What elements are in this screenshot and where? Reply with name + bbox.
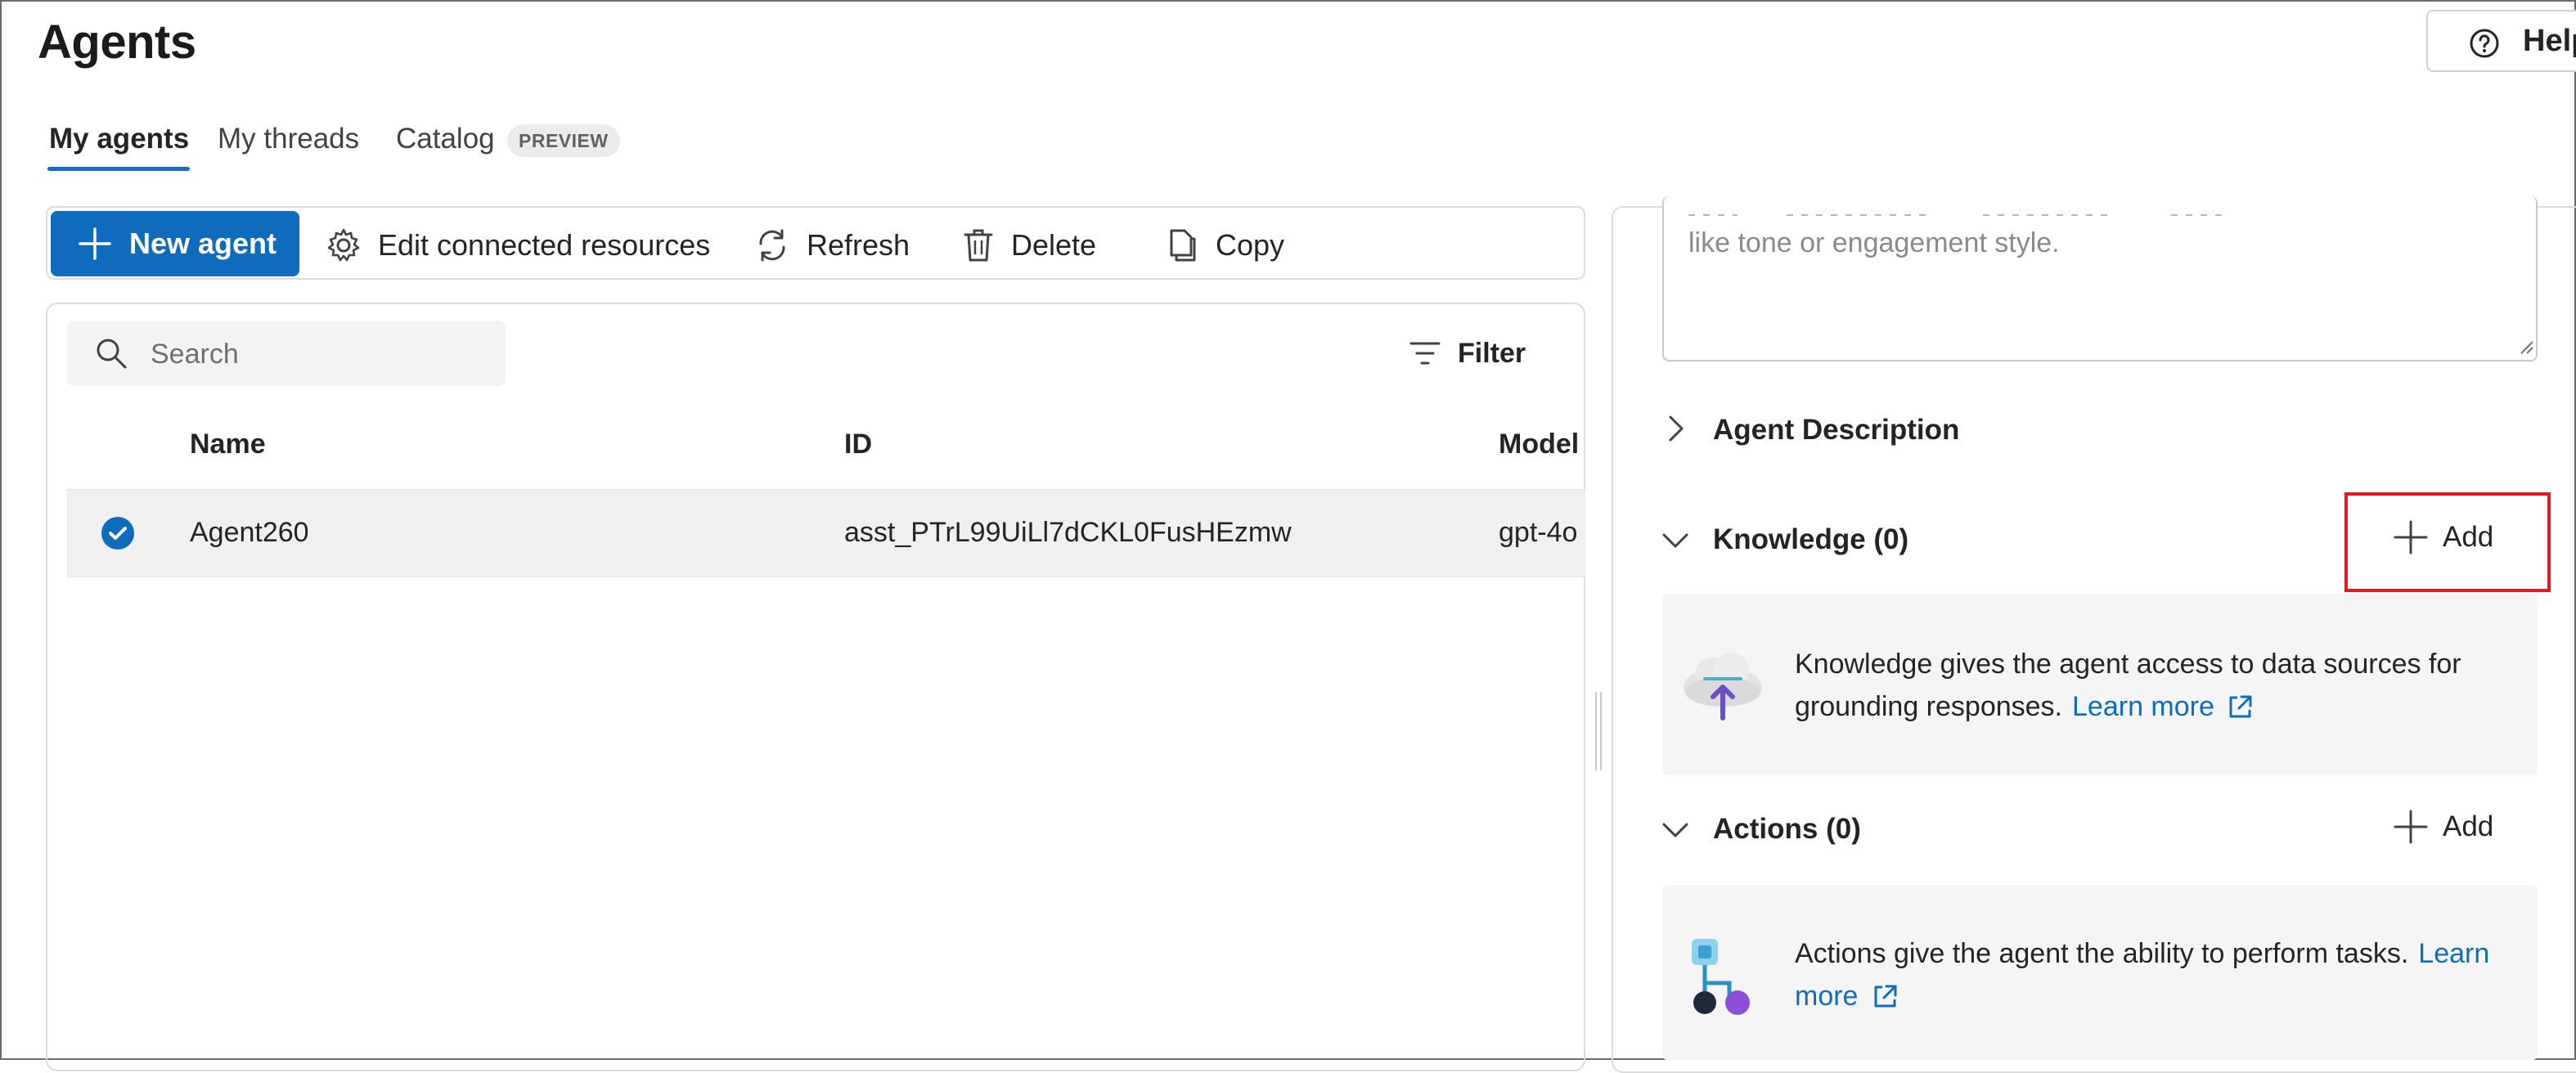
actions-add-label: Add	[2443, 810, 2494, 842]
edit-connected-resources-label: Edit connected resources	[378, 228, 711, 262]
gear-icon	[327, 228, 360, 262]
refresh-label: Refresh	[807, 228, 910, 262]
plus-icon	[79, 227, 111, 260]
help-icon	[2470, 29, 2499, 58]
page-title: Agents	[38, 16, 196, 69]
knowledge-info-line1: Knowledge gives the agent access to data…	[1795, 649, 2461, 680]
copy-icon	[1170, 229, 1196, 262]
plus-icon	[2394, 810, 2428, 844]
chevron-down-icon[interactable]	[1661, 819, 1690, 841]
instructions-text: like tone or engagement style.	[1688, 227, 2060, 258]
external-link-icon[interactable]	[1871, 983, 1899, 1011]
workflow-icon	[1692, 939, 1750, 1015]
help-label: Help	[2523, 23, 2576, 58]
copy-label: Copy	[1216, 228, 1285, 262]
checkmark-icon	[109, 527, 127, 540]
panel-splitter[interactable]	[1595, 692, 1603, 770]
help-button[interactable]: Help	[2426, 10, 2576, 72]
knowledge-add-button[interactable]: Add	[2394, 520, 2493, 554]
row-selected-checkbox[interactable]	[101, 517, 134, 550]
filter-button[interactable]: Filter	[1409, 330, 1526, 376]
actions-add-button[interactable]: Add	[2394, 810, 2493, 844]
copy-button[interactable]: Copy	[1167, 222, 1284, 268]
column-header-model[interactable]: Model	[1499, 429, 1579, 460]
instructions-textarea[interactable]	[1662, 196, 2538, 361]
resize-grip-icon[interactable]	[2518, 339, 2534, 355]
knowledge-add-label: Add	[2443, 521, 2494, 553]
knowledge-learn-more-link[interactable]: Learn more	[2072, 685, 2214, 728]
knowledge-info-line2-container: grounding responses. Learn more	[1795, 685, 2254, 728]
actions-learn-link-part1[interactable]: Learn	[2418, 932, 2489, 975]
actions-info-line1: Actions give the agent the ability to pe…	[1795, 938, 2409, 969]
edit-connected-resources-button[interactable]: Edit connected resources	[326, 222, 710, 268]
filter-icon	[1409, 342, 1441, 365]
column-header-name[interactable]: Name	[190, 429, 266, 460]
chevron-right-icon[interactable]	[1666, 414, 1687, 443]
cloud-upload-icon	[1684, 653, 1762, 721]
delete-label: Delete	[1011, 228, 1097, 262]
plus-icon	[2394, 520, 2428, 554]
active-tab-indicator	[47, 167, 190, 171]
agent-model-cell: gpt-4o	[1499, 517, 1578, 548]
search-icon	[97, 339, 127, 369]
actions-header[interactable]: Actions (0)	[1713, 813, 1861, 846]
filter-label: Filter	[1458, 337, 1526, 369]
trash-icon	[964, 229, 993, 262]
column-header-id[interactable]: ID	[844, 429, 872, 460]
preview-badge: PREVIEW	[507, 124, 620, 157]
tab-catalog[interactable]: Catalog	[396, 123, 495, 155]
refresh-button[interactable]: Refresh	[754, 222, 910, 268]
tab-my-threads[interactable]: My threads	[218, 123, 359, 155]
agent-name-cell: Agent260	[190, 517, 309, 548]
actions-info-line1-container: Actions give the agent the ability to pe…	[1795, 932, 2489, 975]
agent-id-cell: asst_PTrL99UiLl7dCKL0FusHEzmw	[844, 517, 1292, 548]
delete-button[interactable]: Delete	[962, 222, 1096, 268]
agent-description-header[interactable]: Agent Description	[1713, 414, 1959, 447]
search-input[interactable]	[149, 335, 496, 373]
chevron-down-icon[interactable]	[1661, 530, 1690, 551]
external-link-icon[interactable]	[2226, 694, 2254, 721]
knowledge-header[interactable]: Knowledge (0)	[1713, 523, 1908, 556]
tab-my-agents[interactable]: My agents	[49, 123, 189, 155]
new-agent-button[interactable]: New agent	[51, 211, 299, 276]
search-box[interactable]	[67, 321, 506, 386]
instructions-cutoff-text	[1688, 206, 2261, 216]
refresh-icon	[759, 229, 785, 262]
new-agent-label: New agent	[129, 227, 277, 260]
actions-learn-link-part2[interactable]: more	[1795, 975, 1858, 1017]
agents-list-panel	[46, 303, 1585, 1071]
knowledge-info-line2: grounding responses.	[1795, 691, 2063, 722]
actions-info-line2-container: more	[1795, 975, 1899, 1017]
